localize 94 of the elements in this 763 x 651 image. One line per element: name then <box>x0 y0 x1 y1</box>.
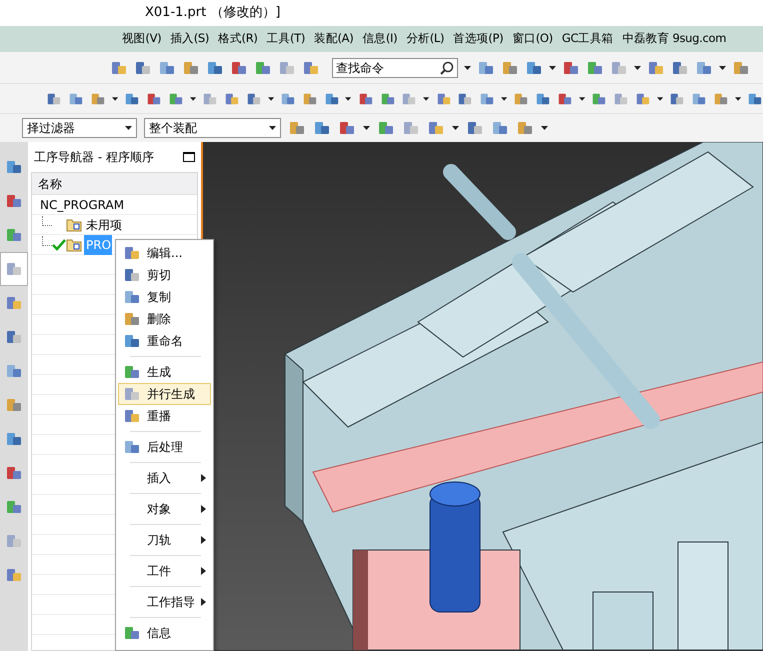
menu-item[interactable]: 工作指导 <box>118 591 211 613</box>
caret-icon[interactable] <box>452 126 459 130</box>
menu-item[interactable]: 编辑... <box>118 242 211 264</box>
folder-icon <box>66 238 82 252</box>
menu-item[interactable]: 分析(L) <box>406 30 444 48</box>
tool-icon <box>123 244 141 262</box>
submenu-arrow-icon <box>201 474 206 482</box>
submenu-arrow-icon <box>201 567 206 575</box>
tool-icon <box>5 430 23 448</box>
caret-icon[interactable] <box>541 126 548 130</box>
tool-icon <box>123 624 141 642</box>
tool-icon <box>123 363 141 381</box>
tool-icon[interactable] <box>338 119 356 137</box>
menu-item[interactable]: 信息 <box>118 622 211 644</box>
tool-icon[interactable] <box>491 119 509 137</box>
menu-item[interactable]: 重命名 <box>118 330 211 352</box>
submenu-arrow-icon <box>201 505 206 513</box>
tool-icon <box>5 192 23 210</box>
tool-icon <box>5 260 23 278</box>
menu-item[interactable]: 首选项(P) <box>453 30 504 48</box>
caret-icon[interactable] <box>719 66 726 70</box>
tool-icon <box>5 396 23 414</box>
tool-icon <box>5 328 23 346</box>
tool-icon <box>123 332 141 350</box>
window-title: X01-1.prt （修改的）] <box>145 4 280 22</box>
caret-icon[interactable] <box>549 66 556 70</box>
caret-icon[interactable] <box>269 126 276 130</box>
tool-icon[interactable] <box>288 119 306 137</box>
tool-icon[interactable] <box>402 119 420 137</box>
caret-icon[interactable] <box>268 96 274 100</box>
caret-icon[interactable] <box>112 96 118 100</box>
caret-icon[interactable] <box>634 66 641 70</box>
menu-item[interactable]: 并行生成 <box>118 383 211 405</box>
maximize-icon[interactable] <box>183 152 195 162</box>
tool-icon <box>5 158 23 176</box>
tool-icon[interactable] <box>427 119 445 137</box>
menu-item[interactable]: 工件 <box>118 560 211 582</box>
caret-icon[interactable] <box>734 96 742 100</box>
menu-item[interactable]: 删除 <box>118 308 211 330</box>
menu-item[interactable]: 对象 <box>118 498 211 520</box>
menu-item[interactable]: 后处理 <box>118 436 211 458</box>
tree-item[interactable]: NC_PROGRAM <box>38 194 126 214</box>
folder-icon <box>66 218 82 232</box>
tool-icon <box>5 226 23 244</box>
search-icon <box>440 60 454 74</box>
caret-icon[interactable] <box>464 66 471 70</box>
menu-item[interactable]: 复制 <box>118 286 211 308</box>
menu-item[interactable]: 工具(T) <box>266 30 306 48</box>
tool-icon[interactable] <box>377 119 395 137</box>
caret-icon[interactable] <box>363 126 370 130</box>
menu-item[interactable]: 插入(S) <box>170 30 210 48</box>
menu-item[interactable]: 剪切 <box>118 264 211 286</box>
tool-icon <box>123 385 141 403</box>
menu-item[interactable]: 信息(I) <box>362 30 398 48</box>
tool-icon[interactable] <box>313 119 331 137</box>
filter-dropdown[interactable]: 整个装配 <box>144 118 281 138</box>
tool-icon[interactable] <box>516 119 534 137</box>
tool-icon[interactable] <box>466 119 484 137</box>
caret-icon[interactable] <box>657 96 664 100</box>
tool-icon <box>5 532 23 550</box>
menu-item[interactable]: GC工具箱 <box>562 30 614 48</box>
column-header[interactable]: 名称 <box>32 173 197 195</box>
caret-icon[interactable] <box>501 96 508 100</box>
submenu-arrow-icon <box>201 536 206 544</box>
tool-icon <box>123 310 141 328</box>
menu-item[interactable]: 格式(R) <box>218 30 258 48</box>
caret-icon[interactable] <box>190 96 196 100</box>
menu-item[interactable]: 重播 <box>118 405 211 427</box>
tool-icon <box>123 266 141 284</box>
tool-icon <box>5 362 23 380</box>
side-tab[interactable] <box>0 252 28 286</box>
tool-icon <box>123 407 141 425</box>
menu-item[interactable]: 中磊教育 9sug.com <box>622 30 726 48</box>
tool-icon <box>5 566 23 584</box>
tool-icon <box>5 294 23 312</box>
menu-item[interactable]: 视图(V) <box>122 30 162 48</box>
caret-icon[interactable] <box>125 126 132 130</box>
caret-icon[interactable] <box>579 96 586 100</box>
caret-icon[interactable] <box>423 96 430 100</box>
tool-icon <box>5 464 23 482</box>
tool-icon <box>5 498 23 516</box>
tool-icon <box>123 288 141 306</box>
tree-item[interactable]: 未用项 <box>84 214 124 234</box>
submenu-arrow-icon <box>201 598 206 606</box>
menu-item[interactable]: 装配(A) <box>314 30 354 48</box>
caret-icon[interactable] <box>345 96 352 100</box>
search-field[interactable]: 查找命令 <box>332 58 458 78</box>
filter-dropdown[interactable]: 择过滤器 <box>22 118 137 138</box>
menu-item[interactable]: 生成 <box>118 361 211 383</box>
menu-item[interactable]: 窗口(O) <box>512 30 553 48</box>
tool-icon <box>123 438 141 456</box>
navigator-title: 工序导航器 - 程序顺序 <box>34 149 154 166</box>
menu-item[interactable]: 刀轨 <box>118 529 211 551</box>
menu-item[interactable]: 插入 <box>118 467 211 489</box>
